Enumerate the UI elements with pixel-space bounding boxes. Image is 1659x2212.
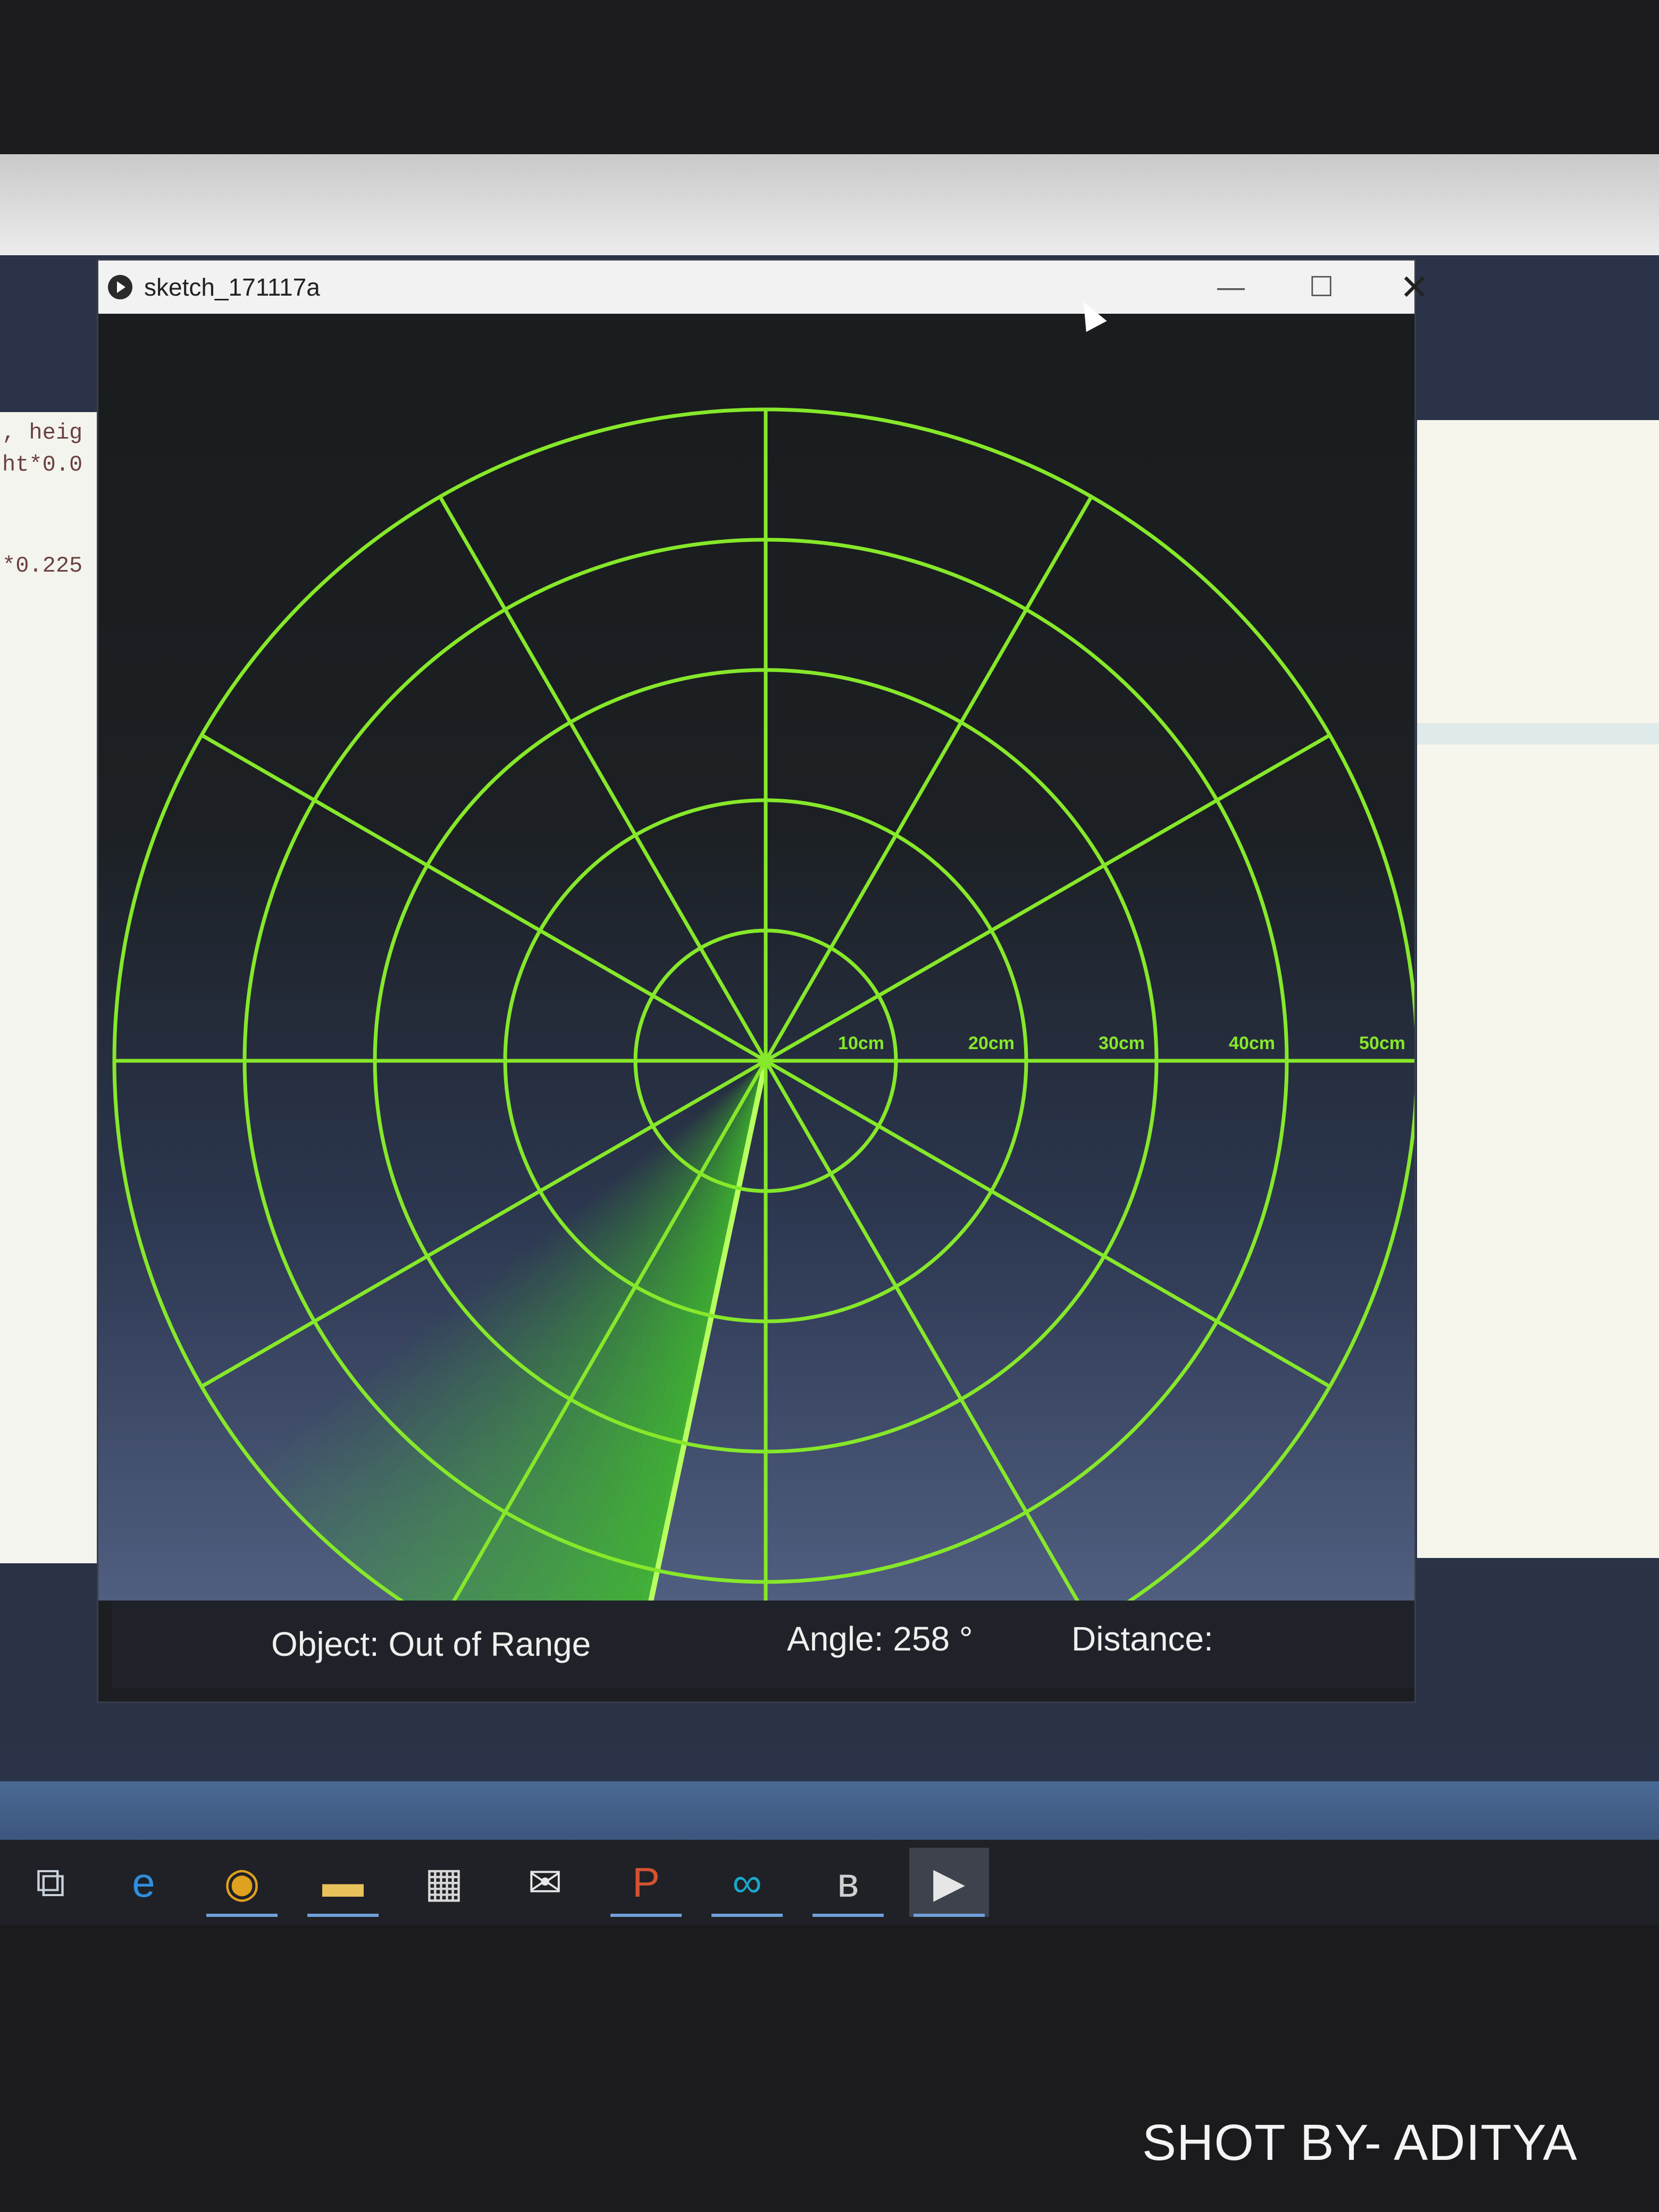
running-indicator (711, 1914, 783, 1917)
screen-glare (0, 154, 1659, 255)
edge-icon[interactable]: e (104, 1848, 183, 1917)
minimize-button[interactable]: — (1186, 261, 1276, 314)
radar-display: 10cm 20cm 30cm 40cm 50cm (112, 407, 1419, 1714)
mail-icon[interactable]: ✉ (505, 1848, 585, 1917)
editor-code-line: ht*0.0 (2, 452, 83, 477)
window-strip (0, 1781, 1659, 1845)
running-indicator (206, 1914, 278, 1917)
range-label: 30cm (1099, 1033, 1145, 1053)
window-title: sketch_171117a (144, 273, 320, 301)
editor-code-line: *0.225 (2, 553, 83, 579)
sketch-window[interactable]: sketch_171117a — ☐ ✕ 10cm 20cm 30cm 40cm 50c… (98, 261, 1429, 1714)
radar-spoke (438, 496, 768, 1062)
photo-watermark: SHOT BY- ADITYA (1142, 2114, 1578, 2171)
editor-code-line: , heig (2, 420, 83, 446)
object-status: Object: Out of Range (271, 1625, 591, 1663)
task-view-icon[interactable]: ⧉ (11, 1848, 90, 1917)
range-label: 40cm (1229, 1033, 1275, 1053)
range-label: 20cm (968, 1033, 1015, 1053)
running-indicator (307, 1914, 379, 1917)
background-editor-left: , heig ht*0.0 *0.225 (0, 412, 109, 1566)
taskbar: ⧉ e ◉ ▬ ▦ ✉ P ∞ ʙ ▶ (0, 1840, 1659, 1925)
range-label: 50cm (1359, 1033, 1405, 1053)
distance-readout: Distance: (1071, 1620, 1213, 1658)
radar-spoke (200, 733, 767, 1063)
file-explorer-icon[interactable]: ▬ (303, 1848, 383, 1917)
title-bar[interactable]: sketch_171117a — ☐ ✕ (98, 261, 1429, 314)
radar-canvas: 10cm 20cm 30cm 40cm 50cm (98, 314, 1419, 1714)
store-icon[interactable]: ▦ (404, 1848, 484, 1917)
running-indicator (610, 1914, 682, 1917)
angle-readout: Angle: 258 ° (787, 1620, 973, 1658)
radar-spoke (765, 733, 1331, 1063)
powerpoint-icon[interactable]: P (606, 1848, 686, 1917)
processing-app-icon (108, 275, 132, 299)
radar-spoke (764, 1060, 1093, 1626)
processing-icon[interactable]: ▶ (909, 1848, 989, 1917)
running-indicator (812, 1914, 884, 1917)
range-label: 10cm (838, 1033, 884, 1053)
background-editor-right (1417, 420, 1659, 1558)
chrome-icon[interactable]: ◉ (202, 1848, 282, 1917)
status-bar: Object: Out of Range Angle: 258 ° Distan… (112, 1601, 1414, 1688)
radar-spoke (764, 496, 1093, 1062)
arduino-icon[interactable]: ∞ (707, 1848, 787, 1917)
app-icon-b[interactable]: ʙ (808, 1848, 888, 1917)
close-button[interactable]: ✕ (1369, 261, 1460, 314)
maximize-button[interactable]: ☐ (1276, 261, 1367, 314)
radar-spoke (765, 1059, 1331, 1388)
running-indicator (914, 1914, 985, 1917)
